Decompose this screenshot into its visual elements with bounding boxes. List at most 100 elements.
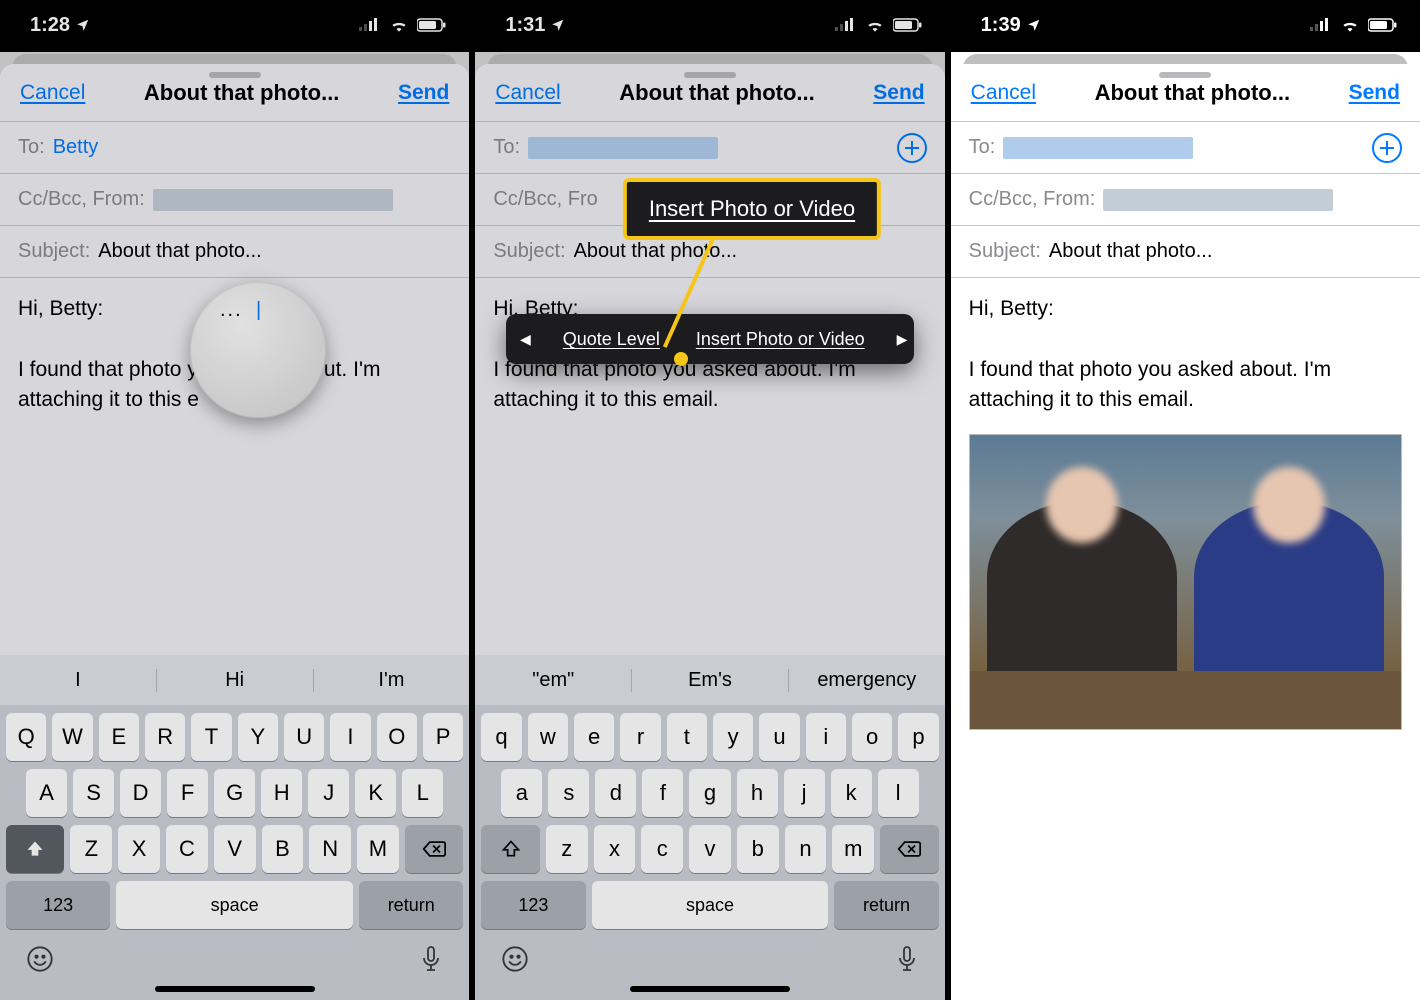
key-k[interactable]: k xyxy=(831,769,872,817)
key-t[interactable]: t xyxy=(667,713,707,761)
key-z[interactable]: z xyxy=(546,825,588,873)
return-key[interactable]: return xyxy=(834,881,938,929)
key-o[interactable]: O xyxy=(377,713,417,761)
message-body[interactable]: Hi, Betty: I found that photo you asked … xyxy=(475,278,944,498)
key-l[interactable]: L xyxy=(402,769,443,817)
key-f[interactable]: f xyxy=(642,769,683,817)
send-button[interactable]: Send xyxy=(1349,81,1400,105)
send-button[interactable]: Send xyxy=(873,81,924,105)
key-d[interactable]: D xyxy=(120,769,161,817)
add-recipient-button[interactable] xyxy=(1372,133,1402,163)
key-h[interactable]: H xyxy=(261,769,302,817)
cancel-button[interactable]: Cancel xyxy=(20,81,85,105)
numbers-key[interactable]: 123 xyxy=(481,881,585,929)
key-i[interactable]: I xyxy=(330,713,370,761)
sheet-grabber[interactable] xyxy=(1159,72,1211,78)
key-d[interactable]: d xyxy=(595,769,636,817)
home-indicator[interactable] xyxy=(630,986,790,992)
key-r[interactable]: R xyxy=(145,713,185,761)
key-s[interactable]: S xyxy=(73,769,114,817)
key-r[interactable]: r xyxy=(620,713,660,761)
key-m[interactable]: m xyxy=(832,825,874,873)
space-key[interactable]: space xyxy=(116,881,353,929)
key-q[interactable]: Q xyxy=(6,713,46,761)
to-field[interactable]: To: xyxy=(951,122,1420,174)
subject-field[interactable]: Subject: About that photo... xyxy=(951,226,1420,278)
shift-key[interactable] xyxy=(6,825,64,873)
space-key[interactable]: space xyxy=(592,881,829,929)
key-n[interactable]: n xyxy=(785,825,827,873)
key-h[interactable]: h xyxy=(737,769,778,817)
key-a[interactable]: A xyxy=(26,769,67,817)
sheet-grabber[interactable] xyxy=(209,72,261,78)
suggestion-1[interactable]: I xyxy=(0,669,156,692)
key-g[interactable]: g xyxy=(689,769,730,817)
keyboard-suggestions[interactable]: I Hi I'm xyxy=(0,655,469,705)
text-magnifier[interactable] xyxy=(190,282,326,418)
key-m[interactable]: M xyxy=(357,825,399,873)
sheet-grabber[interactable] xyxy=(684,72,736,78)
subject-value[interactable]: About that photo... xyxy=(1049,240,1212,263)
key-j[interactable]: J xyxy=(308,769,349,817)
key-y[interactable]: Y xyxy=(238,713,278,761)
backspace-key[interactable] xyxy=(880,825,938,873)
suggestion-2[interactable]: Em's xyxy=(631,669,788,692)
home-indicator[interactable] xyxy=(155,986,315,992)
key-v[interactable]: V xyxy=(214,825,256,873)
message-body[interactable]: Hi, Betty: I found that photo you asked … xyxy=(0,278,469,498)
key-g[interactable]: G xyxy=(214,769,255,817)
edit-menu-next[interactable]: ▶ xyxy=(883,314,914,364)
numbers-key[interactable]: 123 xyxy=(6,881,110,929)
ccbcc-field[interactable]: Cc/Bcc, From: xyxy=(951,174,1420,226)
cancel-button[interactable]: Cancel xyxy=(971,81,1036,105)
key-s[interactable]: s xyxy=(548,769,589,817)
keyboard-suggestions[interactable]: "em" Em's emergency xyxy=(475,655,944,705)
to-value[interactable]: Betty xyxy=(53,136,99,159)
dictation-key[interactable] xyxy=(419,945,443,980)
key-u[interactable]: U xyxy=(284,713,324,761)
key-a[interactable]: a xyxy=(501,769,542,817)
keyboard[interactable]: "em" Em's emergency q w e r t y u i o p xyxy=(475,655,944,1000)
edit-menu-quote-level[interactable]: Quote Level xyxy=(545,314,678,364)
key-u[interactable]: u xyxy=(759,713,799,761)
key-b[interactable]: b xyxy=(737,825,779,873)
key-c[interactable]: c xyxy=(641,825,683,873)
to-field[interactable]: To: xyxy=(475,122,944,174)
home-indicator[interactable] xyxy=(1105,986,1265,992)
cancel-button[interactable]: Cancel xyxy=(495,81,560,105)
key-x[interactable]: X xyxy=(118,825,160,873)
return-key[interactable]: return xyxy=(359,881,463,929)
message-body[interactable]: Hi, Betty: I found that photo you asked … xyxy=(951,278,1420,730)
key-e[interactable]: E xyxy=(99,713,139,761)
key-x[interactable]: x xyxy=(594,825,636,873)
emoji-key[interactable] xyxy=(26,945,54,980)
emoji-key[interactable] xyxy=(501,945,529,980)
key-y[interactable]: y xyxy=(713,713,753,761)
suggestion-2[interactable]: Hi xyxy=(156,669,313,692)
dictation-key[interactable] xyxy=(895,945,919,980)
attached-photo[interactable] xyxy=(969,434,1402,730)
key-v[interactable]: v xyxy=(689,825,731,873)
edit-menu[interactable]: ◀ Quote Level Insert Photo or Video ▶ xyxy=(506,314,914,364)
key-p[interactable]: P xyxy=(423,713,463,761)
key-o[interactable]: o xyxy=(852,713,892,761)
key-n[interactable]: N xyxy=(309,825,351,873)
edit-menu-insert-photo[interactable]: Insert Photo or Video xyxy=(678,314,883,364)
key-w[interactable]: W xyxy=(52,713,92,761)
ccbcc-field[interactable]: Cc/Bcc, From: xyxy=(0,174,469,226)
to-field[interactable]: To: Betty xyxy=(0,122,469,174)
key-z[interactable]: Z xyxy=(70,825,112,873)
shift-key[interactable] xyxy=(481,825,539,873)
key-b[interactable]: B xyxy=(262,825,304,873)
key-p[interactable]: p xyxy=(898,713,938,761)
add-recipient-button[interactable] xyxy=(897,133,927,163)
edit-menu-prev[interactable]: ◀ xyxy=(506,314,545,364)
key-f[interactable]: F xyxy=(167,769,208,817)
backspace-key[interactable] xyxy=(405,825,463,873)
subject-field[interactable]: Subject: About that photo... xyxy=(0,226,469,278)
key-q[interactable]: q xyxy=(481,713,521,761)
suggestion-1[interactable]: "em" xyxy=(475,669,631,692)
key-c[interactable]: C xyxy=(166,825,208,873)
subject-value[interactable]: About that photo... xyxy=(98,240,261,263)
key-w[interactable]: w xyxy=(528,713,568,761)
